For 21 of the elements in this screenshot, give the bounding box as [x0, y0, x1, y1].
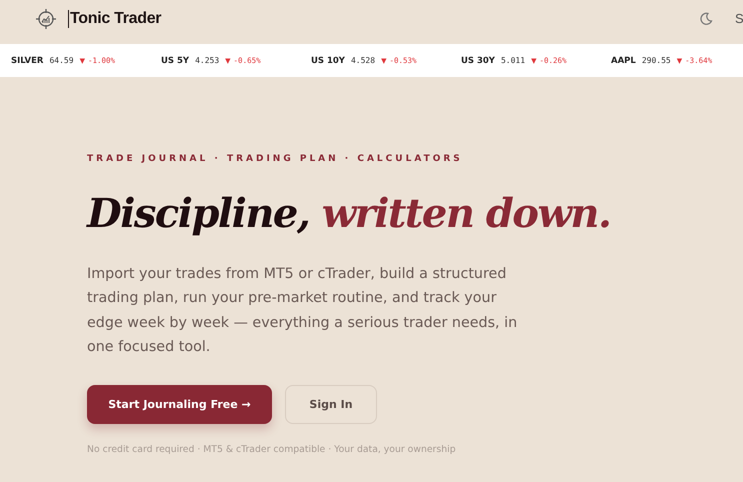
ticker-price: 290.55	[642, 56, 671, 65]
brand-name[interactable]: Tonic Trader	[68, 10, 162, 28]
moon-icon[interactable]	[699, 12, 713, 26]
footnote-text: No credit card required · MT5 & cTrader compatible · Your data, your ownership	[87, 444, 457, 456]
nav-link[interactable]: S	[735, 11, 743, 26]
ticker-symbol: AAPL	[611, 56, 636, 66]
ticker-price: 4.528	[350, 56, 376, 65]
ticker-symbol: US 30Y	[461, 56, 495, 66]
ticker-symbol: SILVER	[11, 56, 44, 66]
ticker-symbol: US 5Y	[161, 56, 190, 66]
ticker-price: 5.011	[500, 56, 526, 65]
ticker-price: 4.253	[195, 56, 220, 65]
headline-accent: written down.	[322, 190, 610, 237]
sign-in-button[interactable]: Sign In	[285, 385, 377, 424]
start-journaling-button[interactable]: Start Journaling Free →	[87, 385, 272, 424]
description-text: Import your trades from MT5 or cTrader, build a structured trading plan, run your pre-market routine, and track your edge week by week — everything a serious trader needs, in one focused tool.	[87, 265, 518, 357]
headline: Discipline,	[87, 190, 310, 237]
eyebrow-text: TRADE JOURNAL · TRADING PLAN · CALCULATORS	[87, 154, 464, 164]
ticker-symbol: US 10Y	[311, 56, 345, 66]
logo-icon[interactable]	[34, 6, 58, 30]
ticker-price: 64.59	[49, 56, 74, 65]
